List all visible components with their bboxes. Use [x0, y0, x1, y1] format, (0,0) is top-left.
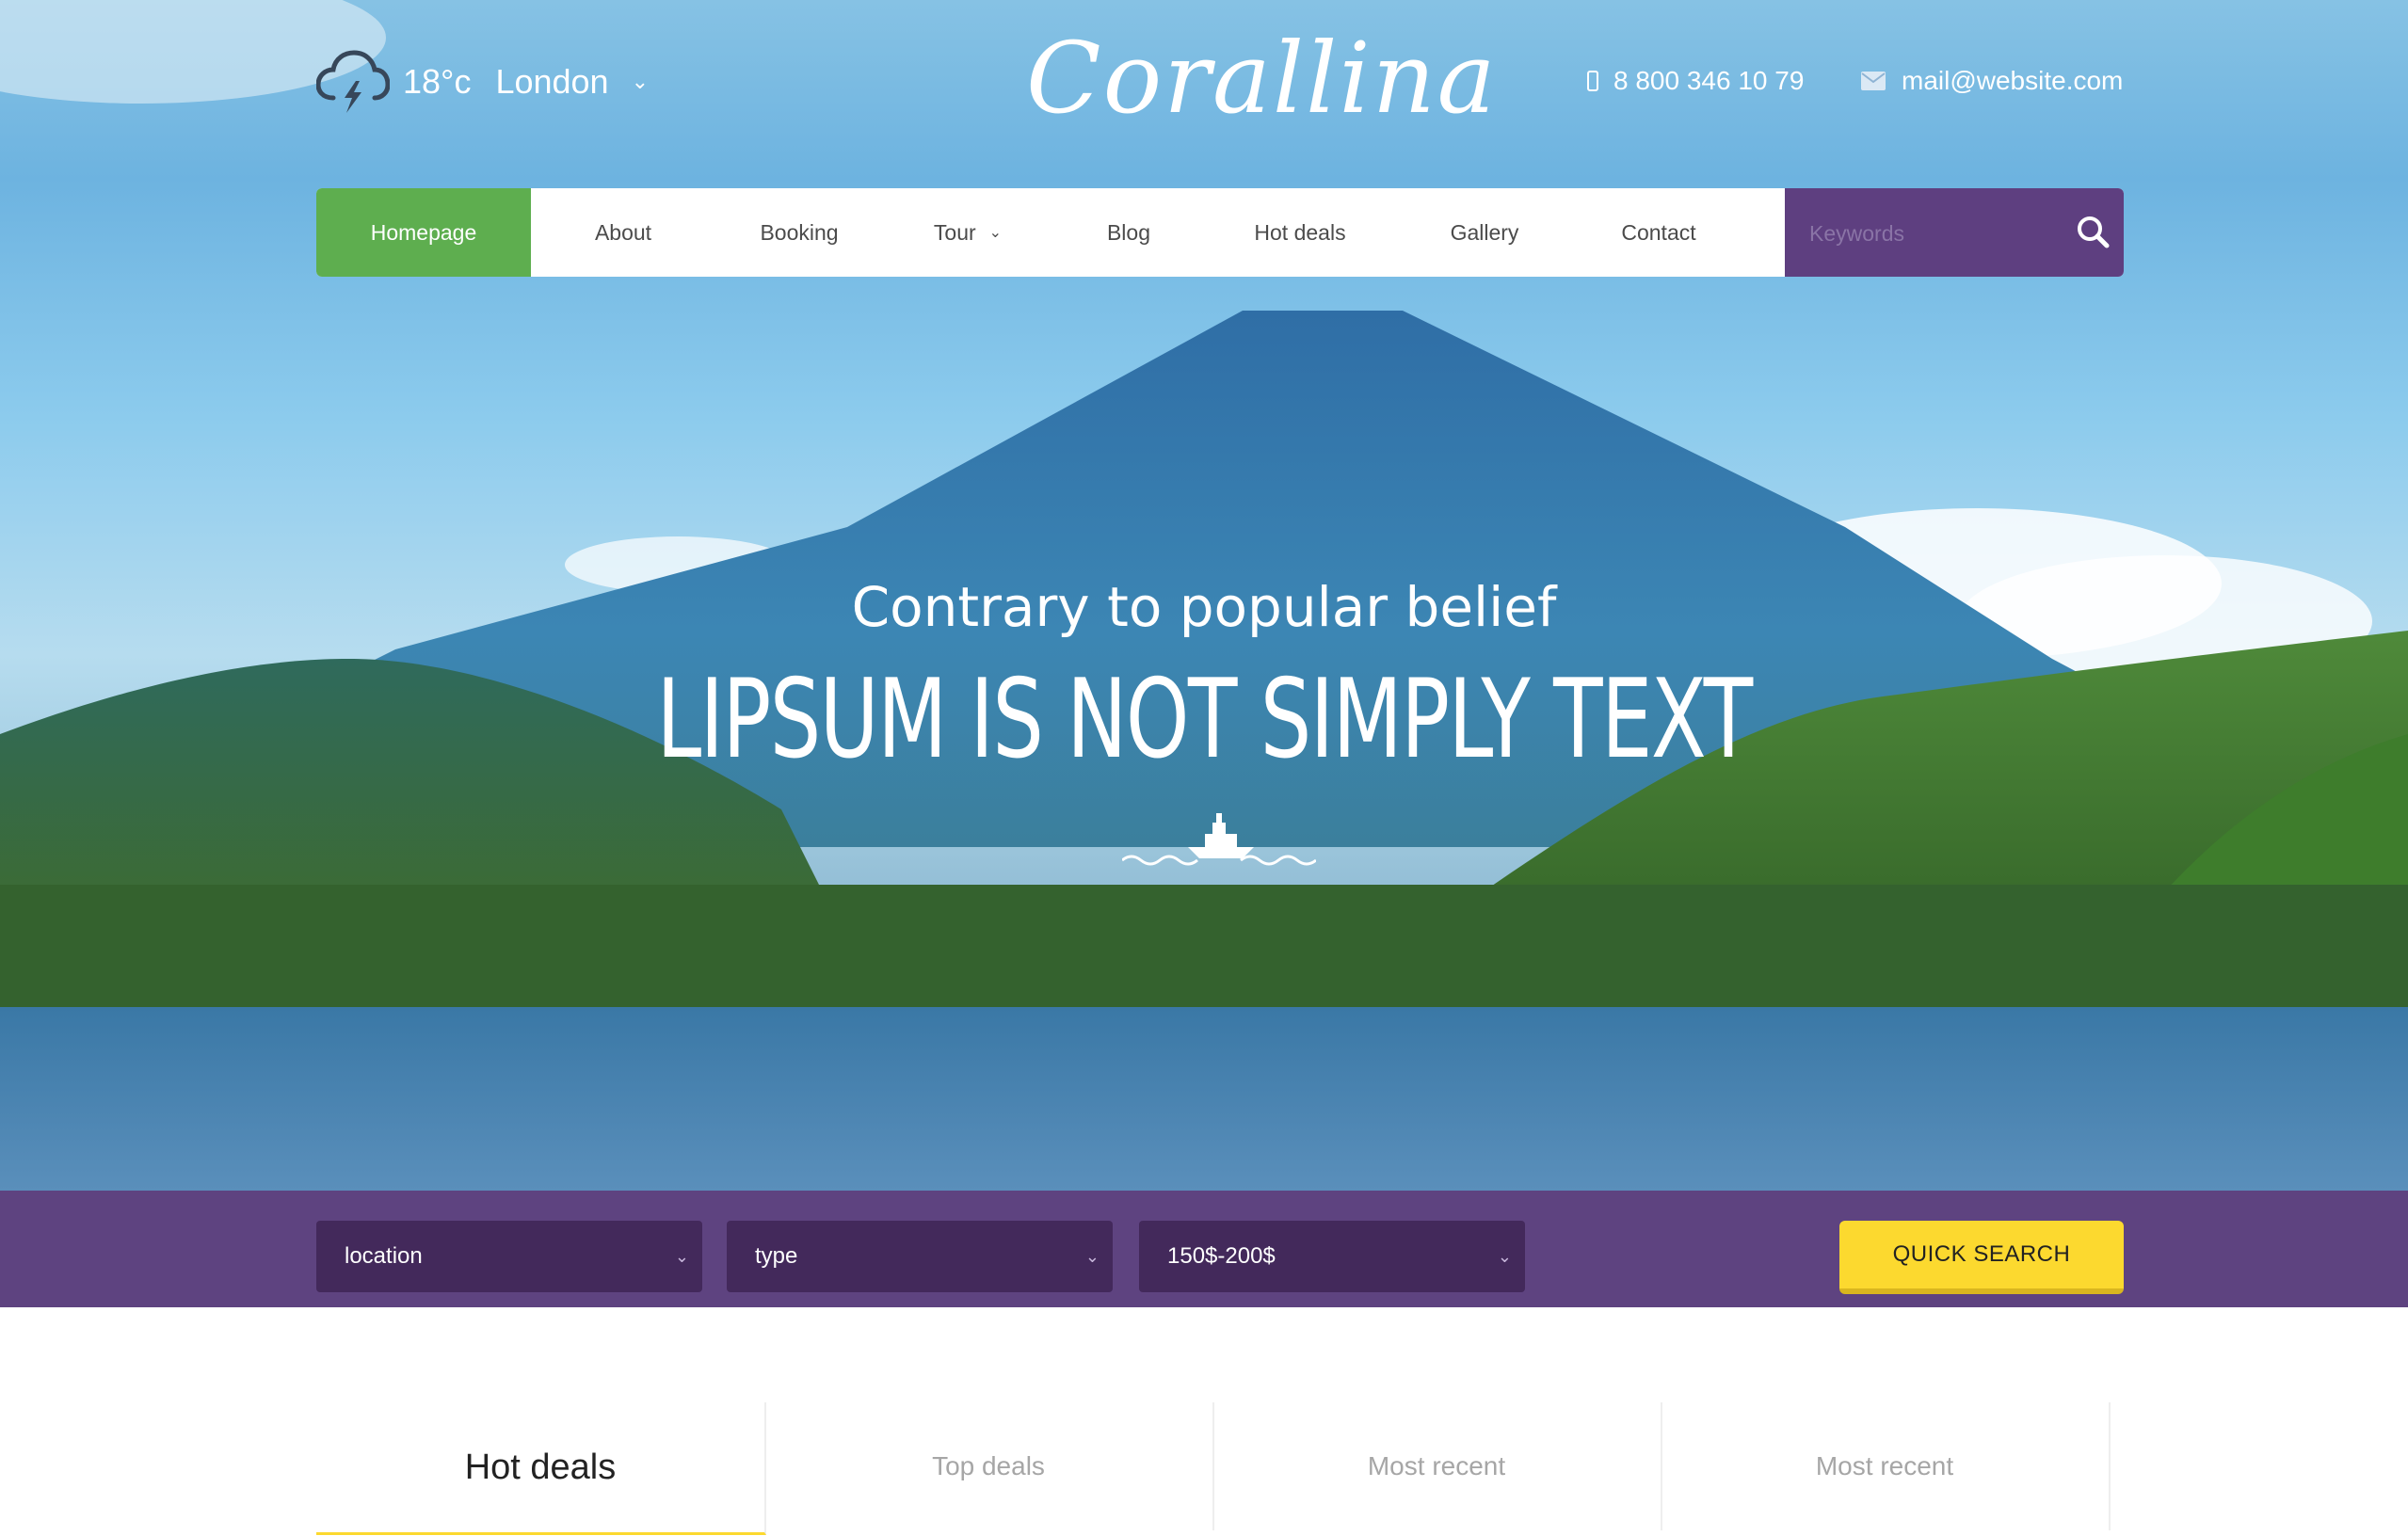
boat-on-waves-icon: [1122, 813, 1316, 866]
hero-title: LIPSUM IS NOT SIMPLY TEXT: [656, 656, 1753, 783]
email-contact[interactable]: mail@website.com: [1860, 60, 2123, 102]
deals-tabs: Hot deals Top deals Most recent Most rec…: [316, 1402, 2111, 1536]
chevron-down-icon: ⌄: [988, 225, 1003, 241]
phone-number: 8 800 346 10 79: [1613, 66, 1805, 95]
chevron-down-icon: ⌄: [674, 1247, 689, 1266]
mobile-phone-icon: [1587, 71, 1598, 91]
city-name: London: [495, 62, 609, 101]
nav-search: [1785, 188, 2124, 277]
weather-widget[interactable]: 18°c London ⌄: [316, 49, 649, 115]
tab-top-deals[interactable]: Top deals: [764, 1402, 1214, 1530]
hero-subtitle: Contrary to popular belief: [851, 575, 1557, 639]
price-select-value: 150$-200$: [1167, 1243, 1276, 1269]
chevron-down-icon: ⌄: [1084, 1247, 1100, 1266]
nav-item-gallery[interactable]: Gallery: [1395, 188, 1574, 277]
temperature: 18°c: [403, 62, 472, 101]
type-select[interactable]: type ⌄: [727, 1221, 1113, 1292]
quick-search-bar: location ⌄ type ⌄ 150$-200$ ⌄ QUICK SEAR…: [0, 1191, 2408, 1307]
hero-headline: Contrary to popular belief LIPSUM IS NOT…: [0, 565, 2408, 791]
keywords-search-input[interactable]: [1807, 211, 2047, 256]
nav-item-tour-label: Tour: [933, 219, 976, 245]
price-select[interactable]: 150$-200$ ⌄: [1139, 1221, 1525, 1292]
chevron-down-icon: ⌄: [1497, 1247, 1512, 1266]
main-navigation: Homepage About Booking Tour ⌄ Blog Hot d…: [316, 188, 2124, 277]
nav-item-blog[interactable]: Blog: [1052, 188, 1205, 277]
logo[interactable]: Corallina: [1026, 17, 1496, 139]
nav-item-tour[interactable]: Tour ⌄: [883, 188, 1052, 277]
email-address: mail@website.com: [1902, 66, 2124, 95]
tab-most-recent[interactable]: Most recent: [1212, 1402, 1662, 1530]
type-select-value: type: [755, 1243, 798, 1269]
nav-item-about[interactable]: About: [531, 188, 715, 277]
nav-item-hot-deals[interactable]: Hot deals: [1205, 188, 1395, 277]
envelope-icon: [1860, 71, 1886, 91]
hero: 18°c London ⌄ Corallina 8 800 346 10 79 …: [0, 0, 2408, 1191]
location-select[interactable]: location ⌄: [316, 1221, 702, 1292]
thunderstorm-cloud-icon: [316, 50, 390, 113]
search-icon[interactable]: [2075, 214, 2112, 251]
nav-item-booking[interactable]: Booking: [715, 188, 883, 277]
chevron-down-icon[interactable]: ⌄: [632, 70, 649, 94]
nav-item-contact[interactable]: Contact: [1574, 188, 1743, 277]
location-select-value: location: [345, 1243, 423, 1269]
phone-contact[interactable]: 8 800 346 10 79: [1587, 60, 1804, 102]
tab-hot-deals[interactable]: Hot deals: [316, 1402, 766, 1535]
tab-most-recent-2[interactable]: Most recent: [1661, 1402, 2111, 1530]
quick-search-button[interactable]: QUICK SEARCH: [1839, 1221, 2124, 1294]
nav-item-homepage[interactable]: Homepage: [316, 188, 531, 277]
